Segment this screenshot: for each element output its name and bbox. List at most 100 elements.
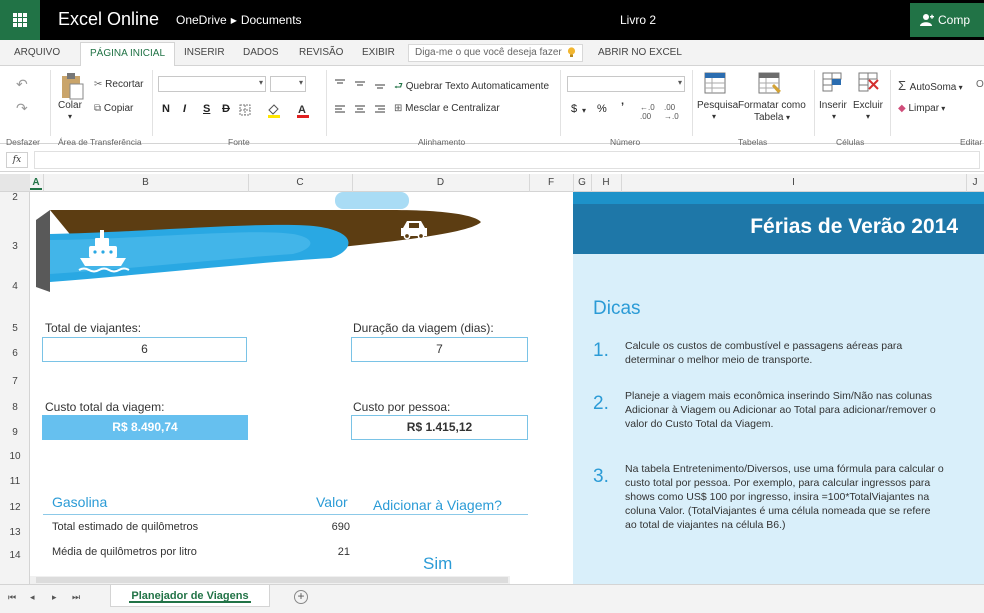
currency-dropdown-icon[interactable]: ▾ xyxy=(582,106,586,115)
column-header-g[interactable]: G xyxy=(573,177,591,188)
row-header-10[interactable]: 10 xyxy=(0,451,30,462)
row-header-6[interactable]: 6 xyxy=(0,348,30,359)
row-header-12[interactable]: 12 xyxy=(0,502,30,513)
search-dropdown-icon[interactable]: ▾ xyxy=(712,112,716,121)
gas-row-value[interactable]: 690 xyxy=(328,521,350,533)
fx-icon[interactable]: fx xyxy=(6,152,28,168)
cost-per-person-value[interactable]: R$ 1.415,12 xyxy=(351,415,528,440)
sheet-tab-planejador[interactable]: Planejador de Viagens xyxy=(110,585,270,607)
percent-button[interactable]: % xyxy=(597,103,607,115)
row-header-5[interactable]: 5 xyxy=(0,323,30,334)
group-number-label: Número xyxy=(610,137,641,147)
redo-icon[interactable]: ↷ xyxy=(16,100,28,117)
sort-filter-partial-icon[interactable]: O xyxy=(976,79,984,90)
font-name-select[interactable] xyxy=(158,76,266,92)
fill-color-icon[interactable] xyxy=(266,102,282,118)
column-headers: A B C D F G H I J xyxy=(0,174,984,192)
open-in-excel-button[interactable]: ABRIR NO EXCEL xyxy=(598,47,682,58)
column-header-a[interactable]: A xyxy=(30,177,42,190)
add-sheet-icon[interactable]: + xyxy=(294,590,308,604)
document-name[interactable]: Livro 2 xyxy=(620,13,656,27)
search-table-icon[interactable] xyxy=(704,72,726,94)
autosum-button[interactable]: Σ AutoSoma ▾ xyxy=(898,78,963,93)
tell-me-input[interactable]: Diga-me o que você deseja fazer xyxy=(408,44,583,62)
app-title[interactable]: Excel Online xyxy=(58,9,159,30)
row-header-7[interactable]: 7 xyxy=(0,376,30,387)
font-size-select[interactable] xyxy=(270,76,306,92)
column-header-b[interactable]: B xyxy=(43,177,248,188)
bold-button[interactable]: N xyxy=(162,103,170,115)
insert-cells-icon[interactable] xyxy=(822,72,844,94)
decrease-decimal-icon[interactable]: .00 →.0 xyxy=(664,103,679,121)
undo-icon[interactable]: ↶ xyxy=(16,76,28,93)
trip-duration-input[interactable]: 7 xyxy=(351,337,528,362)
column-header-d[interactable]: D xyxy=(352,177,529,188)
clear-button[interactable]: ◆ Limpar ▾ xyxy=(898,103,945,114)
breadcrumb-onedrive[interactable]: OneDrive xyxy=(176,13,227,27)
row-header-8[interactable]: 8 xyxy=(0,402,30,413)
search-button[interactable]: Pesquisa xyxy=(697,100,738,111)
insert-dropdown-icon[interactable]: ▾ xyxy=(832,112,836,121)
column-header-h[interactable]: H xyxy=(591,177,621,188)
tab-dados[interactable]: DADOS xyxy=(243,47,279,58)
column-header-f[interactable]: F xyxy=(529,177,573,188)
wrap-text-button[interactable]: ⮐ Quebrar Texto Automaticamente xyxy=(394,79,549,96)
total-travelers-input[interactable]: 6 xyxy=(42,337,247,362)
column-header-i[interactable]: I xyxy=(621,177,966,188)
breadcrumb-documents[interactable]: Documents xyxy=(241,13,302,27)
tab-exibir[interactable]: EXIBIR xyxy=(362,47,395,58)
first-sheet-icon[interactable]: ⏮ xyxy=(8,592,16,603)
app-launcher-button[interactable] xyxy=(0,0,40,40)
column-header-j[interactable]: J xyxy=(966,177,984,188)
borders-icon[interactable] xyxy=(239,104,253,116)
tab-arquivo[interactable]: ARQUIVO xyxy=(14,47,60,58)
formula-input[interactable] xyxy=(34,151,980,169)
format-as-table-line2[interactable]: Tabela xyxy=(754,112,783,123)
row-header-13[interactable]: 13 xyxy=(0,527,30,538)
comma-button[interactable]: ’ xyxy=(621,101,624,113)
row-header-9[interactable]: 9 xyxy=(0,427,30,438)
clipboard-icon[interactable] xyxy=(60,72,84,100)
next-sheet-icon[interactable]: ▸ xyxy=(52,592,57,603)
insert-button[interactable]: Inserir xyxy=(819,100,847,111)
delete-dropdown-icon[interactable]: ▾ xyxy=(866,112,870,121)
format-as-table-icon[interactable] xyxy=(758,72,782,94)
format-table-dropdown-icon[interactable]: ▾ xyxy=(786,113,790,122)
increase-decimal-icon[interactable]: ←.0.00 xyxy=(640,103,655,121)
strikethrough-button[interactable]: D xyxy=(222,103,230,115)
underline-button[interactable]: S xyxy=(203,103,210,115)
tab-inserir[interactable]: INSERIR xyxy=(184,47,225,58)
column-header-c[interactable]: C xyxy=(248,177,352,188)
paste-button[interactable]: Colar xyxy=(58,100,82,111)
gas-row-value[interactable]: 21 xyxy=(328,546,350,558)
prev-sheet-icon[interactable]: ◂ xyxy=(30,592,35,603)
horizontal-align-icons[interactable] xyxy=(334,104,390,116)
share-button[interactable]: Comp xyxy=(910,3,984,37)
add-to-trip-value[interactable]: Sim xyxy=(423,554,452,574)
row-header-11[interactable]: 11 xyxy=(0,476,30,487)
clear-label: Limpar xyxy=(908,103,940,114)
vertical-align-icons[interactable] xyxy=(334,78,390,90)
delete-cells-icon[interactable] xyxy=(858,72,880,94)
copy-icon: ⧉ xyxy=(94,103,104,114)
row-header-14[interactable]: 14 xyxy=(0,550,30,561)
last-sheet-icon[interactable]: ⏭ xyxy=(72,592,80,603)
row-header-3[interactable]: 3 xyxy=(0,241,30,252)
paste-dropdown-icon[interactable]: ▾ xyxy=(68,112,72,121)
currency-button[interactable]: $ xyxy=(571,103,577,115)
number-format-select[interactable] xyxy=(567,76,685,92)
delete-button[interactable]: Excluir xyxy=(853,100,883,111)
row-header-4[interactable]: 4 xyxy=(0,281,30,292)
row-header-2[interactable]: 2 xyxy=(0,192,30,203)
font-color-icon[interactable]: A xyxy=(295,102,311,118)
italic-button[interactable]: I xyxy=(183,103,186,115)
cut-button[interactable]: ✂ Recortar xyxy=(94,79,144,90)
copy-button[interactable]: ⧉ Copiar xyxy=(94,103,133,114)
tab-revisao[interactable]: REVISÃO xyxy=(299,47,343,58)
tab-pagina-inicial[interactable]: PÁGINA INICIAL xyxy=(80,42,176,67)
format-as-table-button[interactable]: Formatar como xyxy=(738,100,806,111)
total-cost-value[interactable]: R$ 8.490,74 xyxy=(42,415,248,440)
select-all-corner[interactable] xyxy=(0,174,30,191)
merge-center-button[interactable]: ⊞ Mesclar e Centralizar xyxy=(394,103,500,114)
horizontal-scrollbar[interactable] xyxy=(30,576,510,584)
